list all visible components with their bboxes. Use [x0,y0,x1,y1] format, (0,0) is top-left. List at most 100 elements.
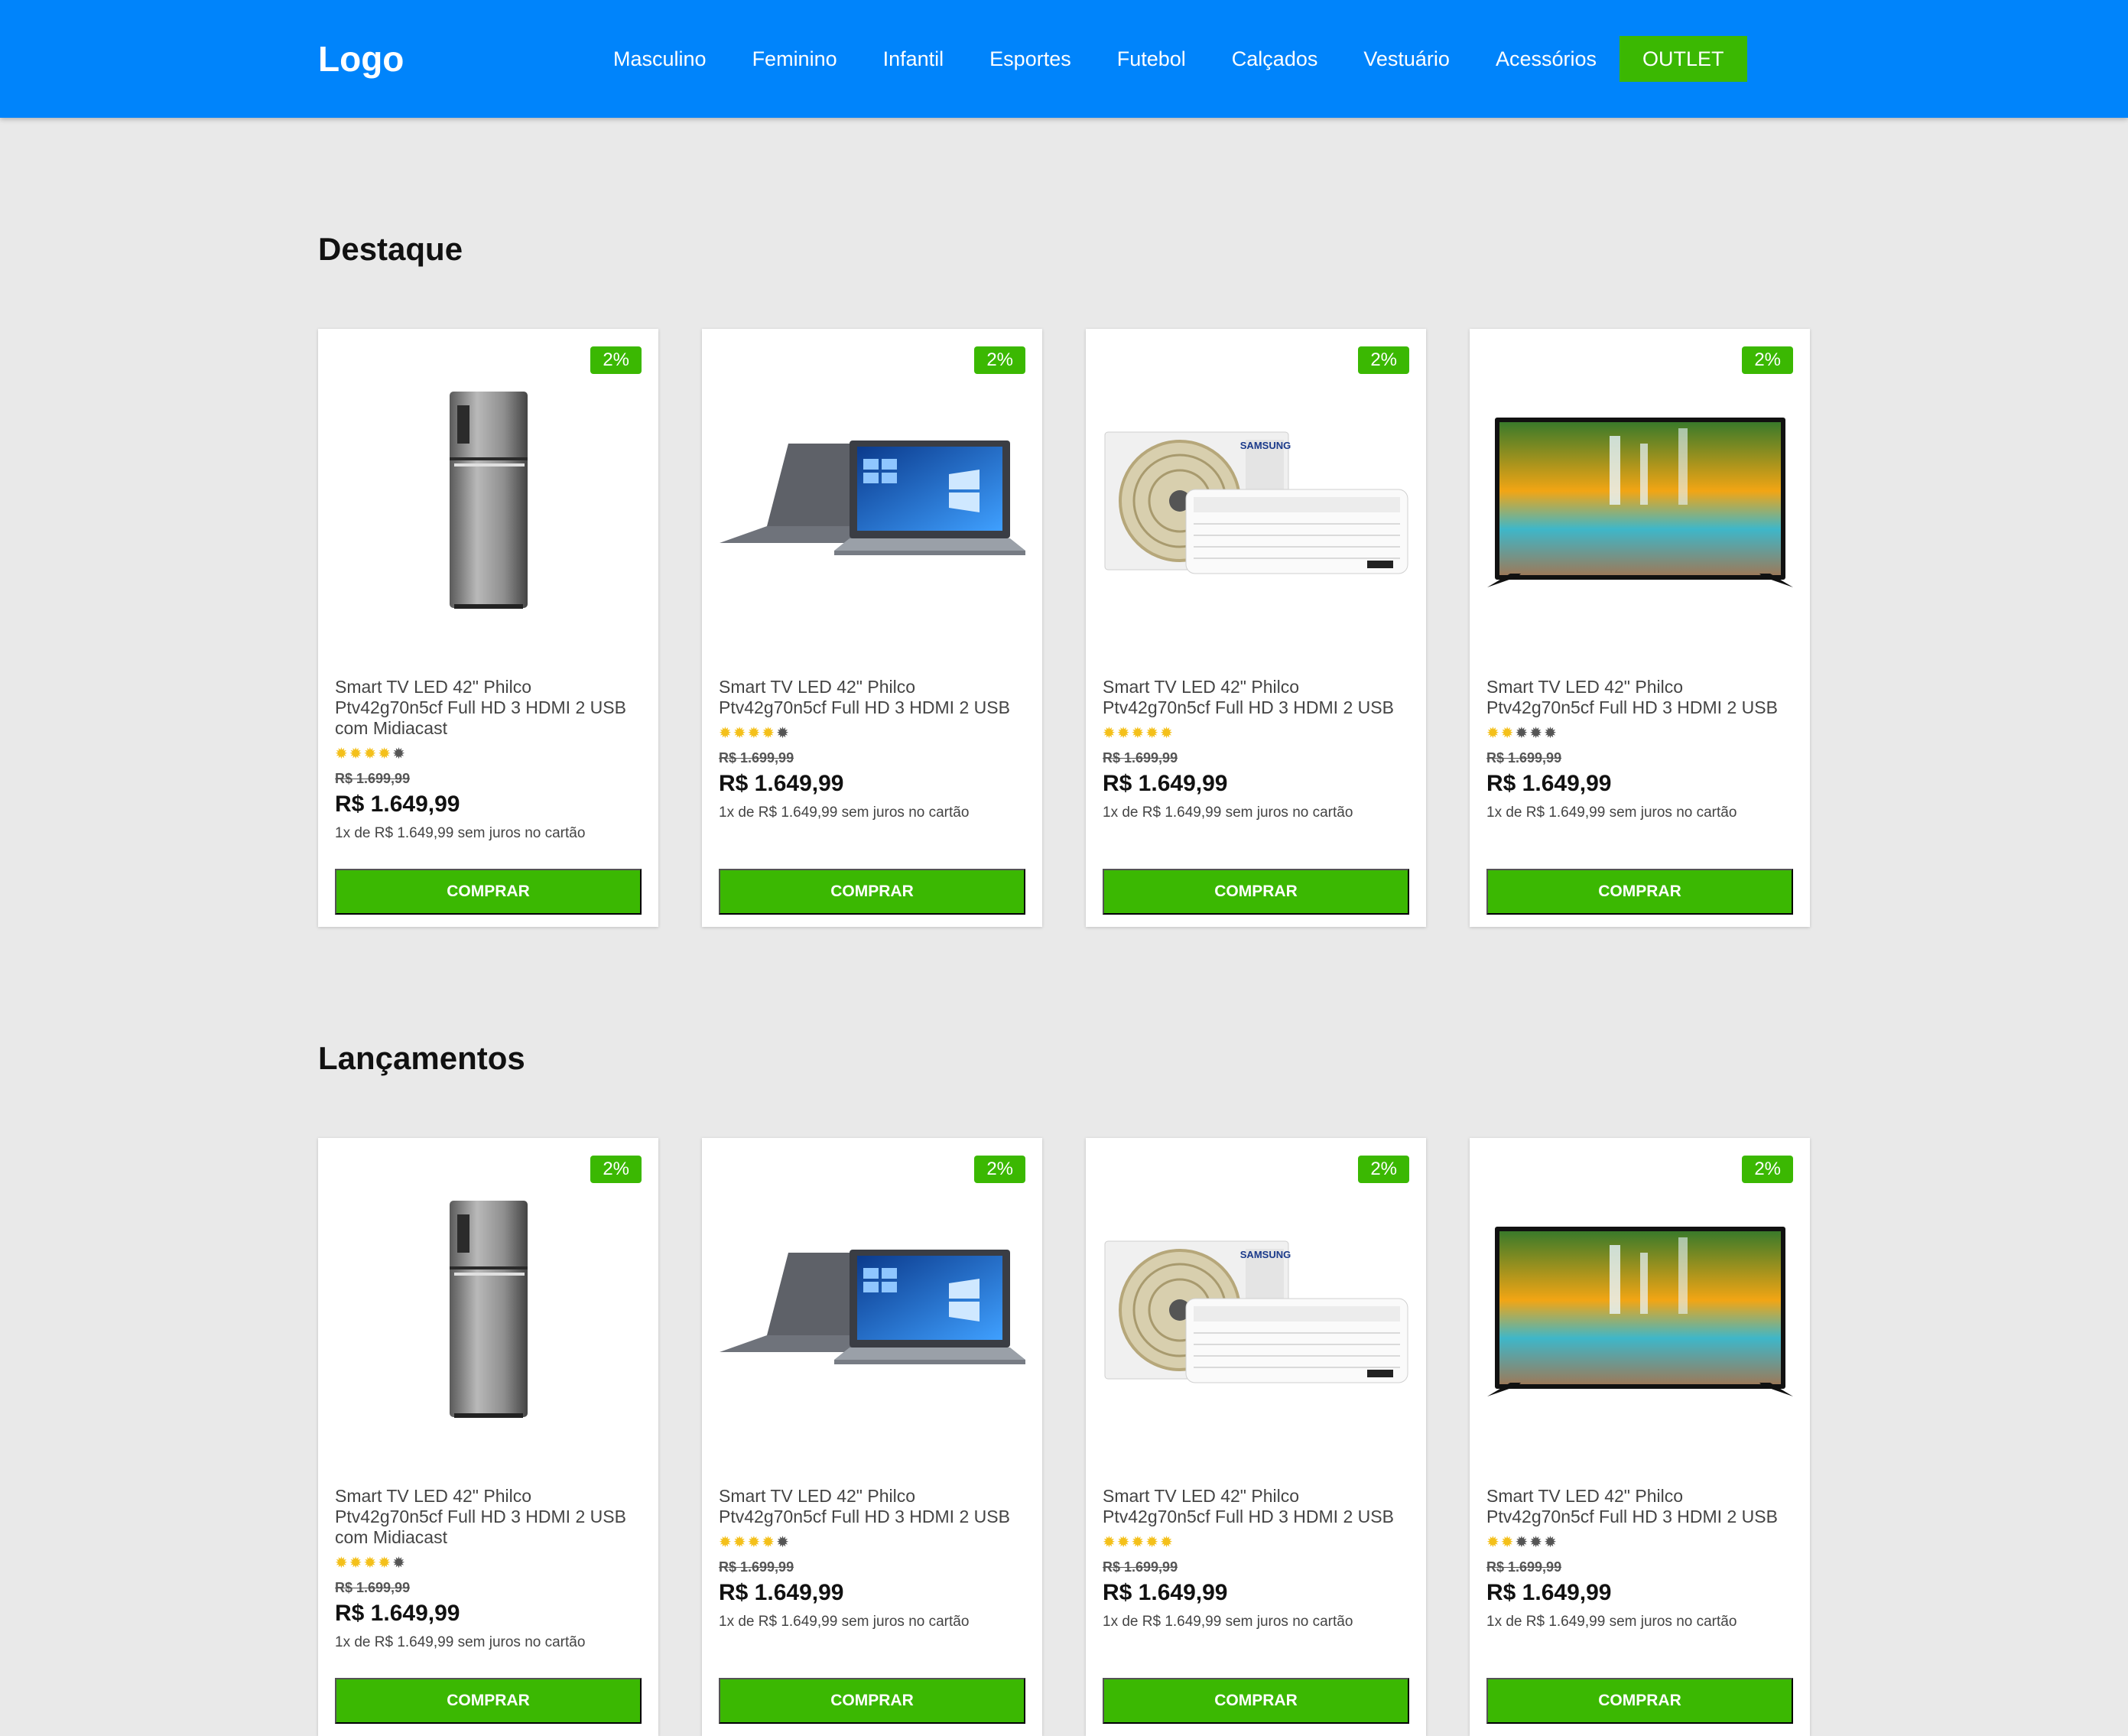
nav-item-masculino[interactable]: Masculino [590,47,729,71]
header-inner: Logo Masculino Feminino Infantil Esporte… [318,0,1810,118]
star-empty-icon: ✹ [776,725,791,742]
buy-button[interactable]: COMPRAR [335,869,642,915]
product-card[interactable]: 2% Smart TV LED 42" Philco Ptv42g70n5cf … [318,329,658,927]
current-price: R$ 1.649,99 [1486,1580,1612,1605]
product-info: Smart TV LED 42" Philco Ptv42g70n5cf Ful… [1103,677,1409,821]
rating-stars: ✹✹✹✹✹ [335,1556,642,1571]
product-name[interactable]: Smart TV LED 42" Philco Ptv42g70n5cf Ful… [1103,1486,1409,1527]
installments-text: 1x de R$ 1.649,99 sem juros no cartão [1486,805,1737,821]
product-card[interactable]: 2% Smart TV LED 42" Philco Ptv42g70n5cf … [1470,329,1810,927]
section-title-destaque: Destaque [318,231,463,267]
nav-item-infantil[interactable]: Infantil [860,47,967,71]
star-filled-icon: ✹ [733,725,748,742]
discount-badge: 2% [590,346,642,374]
star-filled-icon: ✹ [1486,725,1501,742]
product-card[interactable]: 2% Smart TV LED 42" Philco Ptv42g70n5cf … [1470,1138,1810,1736]
star-empty-icon: ✹ [1529,725,1545,742]
discount-badge: 2% [1358,346,1409,374]
product-name[interactable]: Smart TV LED 42" Philco Ptv42g70n5cf Ful… [719,677,1025,718]
rating-stars: ✹✹✹✹✹ [1103,1535,1409,1550]
star-filled-icon: ✹ [1145,725,1161,742]
old-price: R$ 1.699,99 [719,750,794,766]
installments-text: 1x de R$ 1.649,99 sem juros no cartão [1103,1614,1353,1630]
old-price: R$ 1.699,99 [1103,1559,1178,1575]
product-card[interactable]: 2% Smart TV LED 42" Philco Ptv42g70n5cf … [318,1138,658,1736]
refrigerator-image[interactable] [335,392,642,609]
nav-item-esportes[interactable]: Esportes [967,47,1094,71]
current-price: R$ 1.649,99 [719,1580,844,1605]
discount-badge: 2% [590,1156,642,1183]
star-empty-icon: ✹ [392,1555,407,1572]
product-name[interactable]: Smart TV LED 42" Philco Ptv42g70n5cf Ful… [1486,677,1793,718]
product-info: Smart TV LED 42" Philco Ptv42g70n5cf Ful… [719,1486,1025,1630]
buy-button[interactable]: COMPRAR [1103,1678,1409,1724]
rating-stars: ✹✹✹✹✹ [719,726,1025,741]
product-info: Smart TV LED 42" Philco Ptv42g70n5cf Ful… [1486,677,1793,821]
buy-button[interactable]: COMPRAR [1103,869,1409,915]
installments-text: 1x de R$ 1.649,99 sem juros no cartão [1103,805,1353,821]
product-info: Smart TV LED 42" Philco Ptv42g70n5cf Ful… [1486,1486,1793,1630]
star-filled-icon: ✹ [747,725,762,742]
nav-item-futebol[interactable]: Futebol [1094,47,1209,71]
star-empty-icon: ✹ [1529,1534,1545,1551]
star-filled-icon: ✹ [762,1534,777,1551]
star-filled-icon: ✹ [733,1534,748,1551]
nav-item-feminino[interactable]: Feminino [729,47,860,71]
star-filled-icon: ✹ [719,725,733,742]
tv-image[interactable] [1486,1214,1793,1406]
buy-button[interactable]: COMPRAR [719,1678,1025,1724]
star-filled-icon: ✹ [1160,1534,1174,1551]
star-empty-icon: ✹ [1515,725,1530,742]
star-filled-icon: ✹ [363,1555,378,1572]
ac-brand-mark: SAMSUNG [1239,440,1290,451]
air-conditioner-image[interactable]: SAMSUNG [1103,405,1409,597]
discount-badge: 2% [1742,346,1793,374]
current-price: R$ 1.649,99 [335,792,460,817]
current-price: R$ 1.649,99 [1103,771,1228,796]
installments-text: 1x de R$ 1.649,99 sem juros no cartão [719,805,970,821]
logo[interactable]: Logo [318,38,404,80]
star-empty-icon: ✹ [776,1534,791,1551]
product-card[interactable]: 2% Smart TV LED 42" Philco Ptv42g70n5cf … [702,329,1042,927]
tv-image[interactable] [1486,405,1793,597]
nav-outlet-button[interactable]: OUTLET [1619,36,1747,82]
discount-badge: 2% [1742,1156,1793,1183]
buy-button[interactable]: COMPRAR [335,1678,642,1724]
main-nav: Masculino Feminino Infantil Esportes Fut… [590,0,1747,118]
star-filled-icon: ✹ [1103,725,1117,742]
product-card[interactable]: 2% SAMSUNG Smart TV LED 42" Philco Ptv42… [1086,329,1426,927]
section-title-lancamentos: Lançamentos [318,1040,525,1076]
star-filled-icon: ✹ [1500,1534,1516,1551]
installments-text: 1x de R$ 1.649,99 sem juros no cartão [1486,1614,1737,1630]
star-filled-icon: ✹ [719,1534,733,1551]
nav-item-acessorios[interactable]: Acessórios [1473,47,1620,71]
product-name[interactable]: Smart TV LED 42" Philco Ptv42g70n5cf Ful… [1103,677,1409,718]
old-price: R$ 1.699,99 [1486,1559,1562,1575]
product-name[interactable]: Smart TV LED 42" Philco Ptv42g70n5cf Ful… [1486,1486,1793,1527]
current-price: R$ 1.649,99 [1103,1580,1228,1605]
star-filled-icon: ✹ [378,1555,393,1572]
product-name[interactable]: Smart TV LED 42" Philco Ptv42g70n5cf Ful… [335,1486,642,1548]
product-card[interactable]: 2% Smart TV LED 42" Philco Ptv42g70n5cf … [702,1138,1042,1736]
product-name[interactable]: Smart TV LED 42" Philco Ptv42g70n5cf Ful… [719,1486,1025,1527]
star-empty-icon: ✹ [392,746,407,762]
nav-item-vestuario[interactable]: Vestuário [1340,47,1473,71]
product-info: Smart TV LED 42" Philco Ptv42g70n5cf Ful… [335,677,642,842]
star-filled-icon: ✹ [378,746,393,762]
star-filled-icon: ✹ [335,1555,349,1572]
laptop-image[interactable] [719,1214,1025,1406]
air-conditioner-image[interactable]: SAMSUNG [1103,1214,1409,1406]
star-empty-icon: ✹ [1544,725,1558,742]
nav-item-calcados[interactable]: Calçados [1209,47,1341,71]
refrigerator-image[interactable] [335,1201,642,1418]
buy-button[interactable]: COMPRAR [719,869,1025,915]
product-name[interactable]: Smart TV LED 42" Philco Ptv42g70n5cf Ful… [335,677,642,739]
buy-button[interactable]: COMPRAR [1486,869,1793,915]
product-card[interactable]: 2% SAMSUNG Smart TV LED 42" Philco Ptv42… [1086,1138,1426,1736]
product-grid-destaque: 2% Smart TV LED 42" Philco Ptv42g70n5cf … [318,329,1810,927]
laptop-image[interactable] [719,405,1025,597]
star-filled-icon: ✹ [335,746,349,762]
star-filled-icon: ✹ [1145,1534,1161,1551]
buy-button[interactable]: COMPRAR [1486,1678,1793,1724]
old-price: R$ 1.699,99 [719,1559,794,1575]
